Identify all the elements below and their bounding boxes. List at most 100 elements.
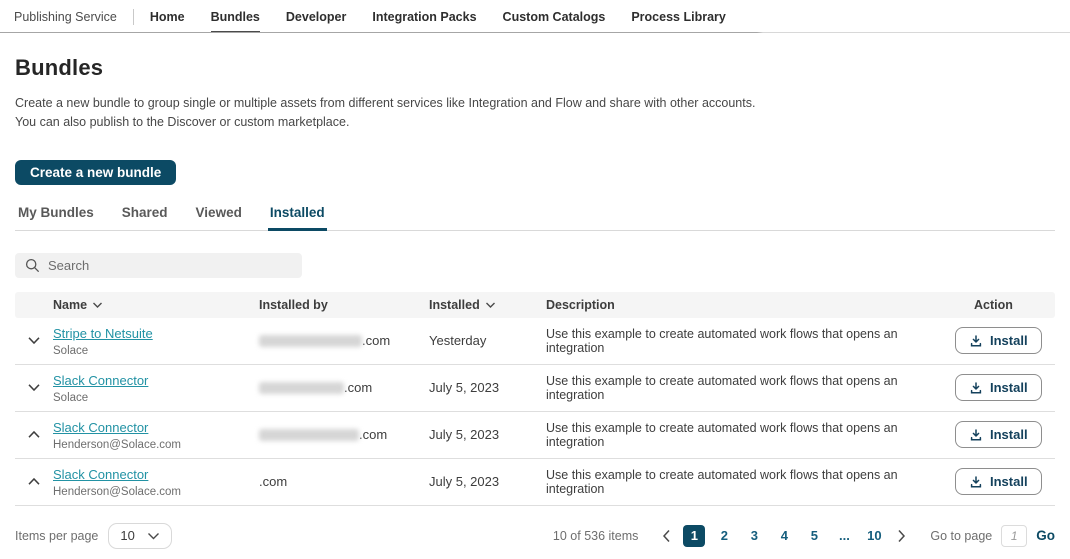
description-cell: Use this example to create automated wor… — [546, 468, 955, 496]
search-box[interactable] — [15, 253, 302, 278]
install-button[interactable]: Install — [955, 421, 1042, 448]
go-to-page-label: Go to page — [930, 529, 992, 543]
tab-shared[interactable]: Shared — [120, 201, 170, 231]
redacted-email — [259, 429, 359, 441]
installed-by-cell: .com — [259, 474, 429, 489]
installed-by-cell: .com — [259, 333, 429, 348]
go-button[interactable]: Go — [1036, 528, 1055, 543]
go-to-page: Go to page Go — [930, 525, 1055, 547]
bundle-name-cell: Slack Connector Henderson@Solace.com — [53, 419, 259, 451]
bundle-name-link[interactable]: Stripe to Netsuite — [53, 326, 153, 341]
search-icon — [25, 258, 40, 273]
pagination-area: 10 of 536 items 1 2 3 4 5 ... 10 Go to p… — [553, 525, 1055, 547]
table-row: Stripe to Netsuite Solace .com Yesterday… — [15, 318, 1055, 365]
pager: 1 2 3 4 5 ... 10 — [658, 525, 910, 547]
page-title: Bundles — [15, 55, 1055, 81]
sort-chevron-down-icon — [485, 301, 496, 309]
chevron-up-icon — [27, 477, 41, 486]
nav-menu: Home Bundles Developer Integration Packs… — [150, 0, 726, 33]
bundle-name-cell: Slack Connector Solace — [53, 372, 259, 404]
description-cell: Use this example to create automated wor… — [546, 327, 955, 355]
table-row: Slack Connector Henderson@Solace.com .co… — [15, 412, 1055, 459]
page-button[interactable]: 2 — [713, 525, 735, 547]
page-description: Create a new bundle to group single or m… — [15, 94, 763, 133]
column-header-installed[interactable]: Installed — [429, 298, 546, 312]
nav-item-bundles[interactable]: Bundles — [211, 0, 260, 33]
page-button[interactable]: 4 — [773, 525, 795, 547]
table-row: Slack Connector Henderson@Solace.com .co… — [15, 459, 1055, 506]
bundle-publisher: Henderson@Solace.com — [53, 486, 259, 498]
action-cell: Install — [955, 468, 1055, 495]
expand-row-toggle[interactable] — [15, 336, 53, 345]
top-navigation: Publishing Service Home Bundles Develope… — [0, 0, 1070, 33]
install-button[interactable]: Install — [955, 374, 1042, 401]
app-title: Publishing Service — [14, 10, 117, 24]
column-header-name[interactable]: Name — [53, 298, 259, 312]
installed-date-cell: July 5, 2023 — [429, 380, 546, 395]
chevron-down-icon — [27, 383, 41, 392]
bundle-publisher: Henderson@Solace.com — [53, 439, 259, 451]
description-cell: Use this example to create automated wor… — [546, 421, 955, 449]
next-page-button[interactable] — [893, 527, 910, 545]
installed-date-cell: July 5, 2023 — [429, 474, 546, 489]
tab-my-bundles[interactable]: My Bundles — [16, 201, 96, 231]
bundle-tabs: My Bundles Shared Viewed Installed — [15, 201, 1055, 231]
column-header-installed-by: Installed by — [259, 298, 429, 312]
expand-row-toggle[interactable] — [15, 383, 53, 392]
column-header-action: Action — [955, 298, 1055, 312]
previous-page-button[interactable] — [658, 527, 675, 545]
bundle-name-link[interactable]: Slack Connector — [53, 467, 148, 482]
chevron-up-icon — [27, 430, 41, 439]
download-icon — [969, 334, 983, 348]
action-cell: Install — [955, 327, 1055, 354]
tab-installed[interactable]: Installed — [268, 201, 327, 231]
page-button[interactable]: 10 — [863, 525, 885, 547]
page-ellipsis: ... — [833, 525, 855, 547]
nav-item-developer[interactable]: Developer — [286, 0, 346, 33]
installed-date-cell: July 5, 2023 — [429, 427, 546, 442]
items-summary: 10 of 536 items — [553, 529, 638, 543]
install-button[interactable]: Install — [955, 327, 1042, 354]
bundle-publisher: Solace — [53, 392, 259, 404]
items-per-page-select[interactable]: 10 — [108, 523, 171, 549]
table-header-row: Name Installed by Installed Description … — [15, 292, 1055, 318]
installed-bundles-table: Name Installed by Installed Description … — [15, 292, 1055, 506]
search-input[interactable] — [48, 258, 292, 273]
bundle-name-cell: Slack Connector Henderson@Solace.com — [53, 466, 259, 498]
action-cell: Install — [955, 374, 1055, 401]
table-row: Slack Connector Solace .com July 5, 2023… — [15, 365, 1055, 412]
tab-viewed[interactable]: Viewed — [194, 201, 244, 231]
bundle-name-link[interactable]: Slack Connector — [53, 373, 148, 388]
installed-by-cell: .com — [259, 380, 429, 395]
create-bundle-button[interactable]: Create a new bundle — [15, 160, 176, 185]
chevron-left-icon — [662, 529, 671, 543]
bundle-name-link[interactable]: Slack Connector — [53, 420, 148, 435]
download-icon — [969, 428, 983, 442]
nav-item-integration-packs[interactable]: Integration Packs — [372, 0, 476, 33]
description-cell: Use this example to create automated wor… — [546, 374, 955, 402]
page-button[interactable]: 3 — [743, 525, 765, 547]
nav-item-custom-catalogs[interactable]: Custom Catalogs — [503, 0, 606, 33]
install-button[interactable]: Install — [955, 468, 1042, 495]
redacted-email — [259, 382, 344, 394]
nav-divider — [133, 9, 134, 25]
installed-date-cell: Yesterday — [429, 333, 546, 348]
table-footer: Items per page 10 10 of 536 items 1 2 3 … — [0, 523, 1070, 549]
page-button[interactable]: 5 — [803, 525, 825, 547]
page-button[interactable]: 1 — [683, 525, 705, 547]
expand-row-toggle[interactable] — [15, 430, 53, 439]
items-per-page: Items per page 10 — [15, 523, 172, 549]
expand-row-toggle[interactable] — [15, 477, 53, 486]
download-icon — [969, 475, 983, 489]
sort-chevron-down-icon — [92, 301, 103, 309]
items-per-page-label: Items per page — [15, 529, 98, 543]
go-to-page-input[interactable] — [1001, 525, 1027, 547]
action-cell: Install — [955, 421, 1055, 448]
redacted-email — [259, 335, 362, 347]
column-header-description: Description — [546, 298, 955, 312]
nav-item-process-library[interactable]: Process Library — [631, 0, 726, 33]
page-content: Bundles Create a new bundle to group sin… — [0, 55, 1070, 506]
nav-item-home[interactable]: Home — [150, 0, 185, 33]
bundle-name-cell: Stripe to Netsuite Solace — [53, 325, 259, 357]
installed-by-cell: .com — [259, 427, 429, 442]
